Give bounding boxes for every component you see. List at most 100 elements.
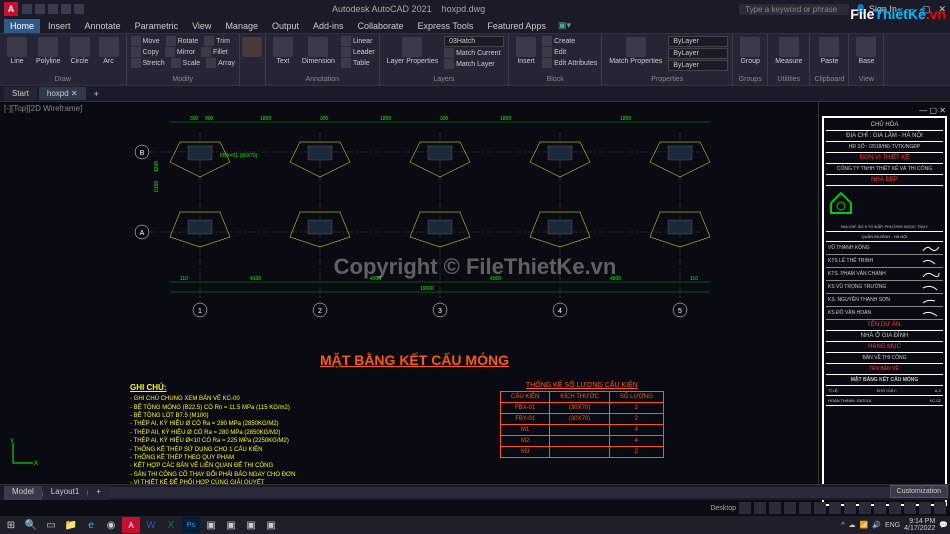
panel-restore-icon[interactable]: ▢ xyxy=(930,106,938,115)
clock-time[interactable]: 9:14 PM xyxy=(904,518,935,525)
status-ortho-icon[interactable] xyxy=(769,502,781,514)
polyline-tool[interactable]: Polyline xyxy=(33,36,64,66)
matchprops-tool[interactable]: Match Properties xyxy=(606,36,665,71)
status-transparency-icon[interactable] xyxy=(859,502,871,514)
matchlay-icon[interactable] xyxy=(444,59,454,69)
lw-dropdown[interactable]: ByLayer xyxy=(668,48,728,59)
tray-onedrive-icon[interactable]: ☁ xyxy=(849,521,856,529)
tab-annotate[interactable]: Annotate xyxy=(79,19,127,33)
scale-icon[interactable] xyxy=(171,58,181,68)
move-icon[interactable] xyxy=(131,36,141,46)
search-icon[interactable]: 🔍 xyxy=(22,517,40,533)
viewport-label[interactable]: [-][Top][2D Wireframe] xyxy=(4,104,82,113)
status-lw-icon[interactable] xyxy=(844,502,856,514)
erase-tool[interactable] xyxy=(244,36,261,58)
status-workspace-icon[interactable] xyxy=(889,502,901,514)
word-icon[interactable]: W xyxy=(142,517,160,533)
color-dropdown[interactable]: ByLayer xyxy=(668,36,728,47)
tab-featuredapps[interactable]: Featured Apps xyxy=(481,19,552,33)
start-button[interactable]: ⊞ xyxy=(2,517,20,533)
edge-icon[interactable]: e xyxy=(82,517,100,533)
notifications-icon[interactable]: 💬 xyxy=(939,521,948,529)
clock-date[interactable]: 4/17/2022 xyxy=(904,525,935,532)
qat-open-icon[interactable] xyxy=(35,4,45,14)
circle-tool[interactable]: Circle xyxy=(67,36,93,66)
tab-parametric[interactable]: Parametric xyxy=(129,19,185,33)
explorer-icon[interactable]: 📁 xyxy=(62,517,80,533)
mirror-icon[interactable] xyxy=(165,47,175,57)
status-osnap-icon[interactable] xyxy=(799,502,811,514)
app-logo[interactable]: A xyxy=(4,2,18,16)
tab-addins[interactable]: Add-ins xyxy=(307,19,350,33)
copy-icon[interactable] xyxy=(131,47,141,57)
app4-icon[interactable]: ▣ xyxy=(262,517,280,533)
app1-icon[interactable]: ▣ xyxy=(202,517,220,533)
status-clean-icon[interactable] xyxy=(934,502,946,514)
status-polar-icon[interactable] xyxy=(784,502,796,514)
qat-undo-icon[interactable] xyxy=(61,4,71,14)
edit-icon[interactable] xyxy=(542,47,552,57)
ucs-icon[interactable]: X Y xyxy=(8,438,38,468)
status-anno-icon[interactable] xyxy=(874,502,886,514)
panel-close-icon[interactable]: ✕ xyxy=(939,106,946,115)
paste-tool[interactable]: Paste xyxy=(814,36,844,66)
base-tool[interactable]: Base xyxy=(853,36,879,66)
layer-props-tool[interactable]: Layer Properties xyxy=(384,36,441,69)
tray-lang-icon[interactable]: ENG xyxy=(885,522,900,529)
arc-tool[interactable]: Arc xyxy=(96,36,122,66)
tab-expresstools[interactable]: Express Tools xyxy=(412,19,480,33)
group-tool[interactable]: Group xyxy=(737,36,763,66)
tab-layout1[interactable]: Layout1 xyxy=(43,486,87,500)
tab-output[interactable]: Output xyxy=(266,19,305,33)
status-snap-icon[interactable] xyxy=(754,502,766,514)
tab-insert[interactable]: Insert xyxy=(42,19,77,33)
measure-tool[interactable]: Measure xyxy=(772,36,805,66)
taskview-icon[interactable]: ▭ xyxy=(42,517,60,533)
drawing-canvas[interactable]: [-][Top][2D Wireframe] B A 1 2 3 4 5 xyxy=(0,102,818,498)
qat-icons[interactable] xyxy=(22,4,84,14)
excel-icon[interactable]: X xyxy=(162,517,180,533)
rotate-icon[interactable] xyxy=(166,36,176,46)
qat-redo-icon[interactable] xyxy=(74,4,84,14)
tab-view[interactable]: View xyxy=(186,19,217,33)
leader-icon[interactable] xyxy=(341,47,351,57)
create-icon[interactable] xyxy=(542,36,552,46)
lt-dropdown[interactable]: ByLayer xyxy=(668,60,728,71)
qat-save-icon[interactable] xyxy=(48,4,58,14)
command-input[interactable] xyxy=(32,487,946,498)
status-isolate-icon[interactable] xyxy=(904,502,916,514)
status-hw-icon[interactable] xyxy=(919,502,931,514)
text-tool[interactable]: Text xyxy=(270,36,296,68)
tab-home[interactable]: Home xyxy=(4,19,40,33)
layer-dropdown[interactable]: 03Hatch xyxy=(444,36,504,47)
insert-tool[interactable]: Insert xyxy=(513,36,539,68)
photoshop-icon[interactable]: Ps xyxy=(182,517,200,533)
tab-collaborate[interactable]: Collaborate xyxy=(352,19,410,33)
tab-manage[interactable]: Manage xyxy=(219,19,264,33)
editattr-icon[interactable] xyxy=(542,58,552,68)
app2-icon[interactable]: ▣ xyxy=(222,517,240,533)
trim-icon[interactable] xyxy=(204,36,214,46)
status-grid-icon[interactable] xyxy=(739,502,751,514)
tab-model[interactable]: Model xyxy=(4,486,42,500)
tray-wifi-icon[interactable]: 📶 xyxy=(860,521,869,529)
array-icon[interactable] xyxy=(206,58,216,68)
customization-button[interactable]: Customization xyxy=(890,485,948,498)
matchcur-icon[interactable] xyxy=(444,48,454,58)
app3-icon[interactable]: ▣ xyxy=(242,517,260,533)
tab-expand-icon[interactable]: ▣▾ xyxy=(558,20,571,31)
qat-new-icon[interactable] xyxy=(22,4,32,14)
chrome-icon[interactable]: ◉ xyxy=(102,517,120,533)
doctab-add-icon[interactable]: + xyxy=(88,89,105,99)
panel-minimize-icon[interactable]: — xyxy=(919,106,927,115)
autocad-icon[interactable]: A xyxy=(122,517,140,533)
tray-up-icon[interactable]: ^ xyxy=(841,522,844,529)
table-icon[interactable] xyxy=(341,58,351,68)
status-otrack-icon[interactable] xyxy=(829,502,841,514)
doctab-start[interactable]: Start xyxy=(4,87,37,100)
doctab-file[interactable]: hoxpd ✕ xyxy=(39,87,86,100)
dimension-tool[interactable]: Dimension xyxy=(299,36,338,68)
tray-sound-icon[interactable]: 🔊 xyxy=(872,521,881,529)
help-search[interactable]: Type a keyword or phrase xyxy=(739,4,849,15)
line-tool[interactable]: Line xyxy=(4,36,30,66)
